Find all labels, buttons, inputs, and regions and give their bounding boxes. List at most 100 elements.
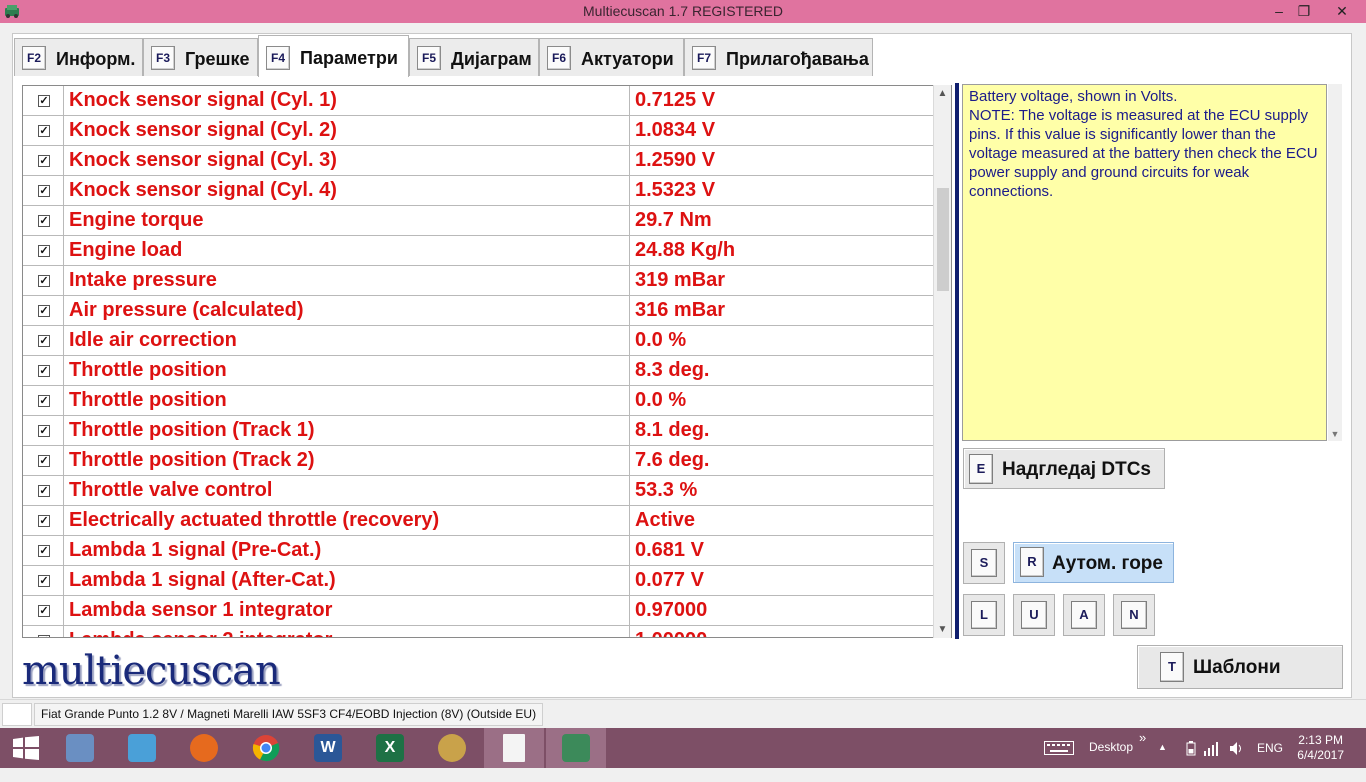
taskbar-control-panel[interactable] bbox=[112, 728, 172, 768]
parameter-checkbox-cell: ✓ bbox=[23, 506, 64, 535]
s-button[interactable]: S bbox=[963, 542, 1005, 584]
taskbar-paint[interactable] bbox=[422, 728, 482, 768]
parameter-name: Engine load bbox=[69, 239, 183, 261]
parameter-checkbox[interactable]: ✓ bbox=[38, 575, 50, 587]
parameter-row[interactable]: ✓ Engine torque 29.7 Nm bbox=[23, 206, 935, 236]
parameter-row[interactable]: ✓ Knock sensor signal (Cyl. 4) 1.5323 V bbox=[23, 176, 935, 206]
parameter-row[interactable]: ✓ Lambda 1 signal (Pre-Cat.) 0.681 V bbox=[23, 536, 935, 566]
parameter-checkbox[interactable]: ✓ bbox=[38, 605, 50, 617]
parameter-row[interactable]: ✓ Knock sensor signal (Cyl. 1) 0.7125 V bbox=[23, 86, 935, 116]
scroll-down-icon[interactable]: ▼ bbox=[934, 621, 951, 638]
taskbar-notepad[interactable] bbox=[484, 728, 544, 768]
tab-faults[interactable]: F3 Грешке bbox=[143, 38, 258, 76]
column-separator bbox=[629, 236, 630, 265]
parameter-checkbox[interactable]: ✓ bbox=[38, 365, 50, 377]
tab-diagram[interactable]: F5 Дијаграм bbox=[409, 38, 539, 76]
panel-splitter[interactable] bbox=[955, 83, 959, 639]
maximize-button[interactable]: ❐ bbox=[1289, 0, 1319, 23]
parameter-checkbox-cell: ✓ bbox=[23, 146, 64, 175]
parameter-row[interactable]: ✓ Throttle position 8.3 deg. bbox=[23, 356, 935, 386]
parameter-value: 1.00000 bbox=[635, 629, 925, 637]
parameter-row[interactable]: ✓ Knock sensor signal (Cyl. 3) 1.2590 V bbox=[23, 146, 935, 176]
taskbar-firefox[interactable] bbox=[174, 728, 234, 768]
description-line: Battery voltage, shown in Volts. bbox=[969, 88, 1178, 105]
parameter-row[interactable]: ✓ Intake pressure 319 mBar bbox=[23, 266, 935, 296]
parameter-checkbox[interactable]: ✓ bbox=[38, 95, 50, 107]
description-scrollbar[interactable]: ▼ bbox=[1328, 84, 1342, 441]
parameter-row[interactable]: ✓ Lambda 1 signal (After-Cat.) 0.077 V bbox=[23, 566, 935, 596]
parameter-checkbox-cell: ✓ bbox=[23, 596, 64, 625]
parameter-checkbox[interactable]: ✓ bbox=[38, 275, 50, 287]
parameter-checkbox[interactable]: ✓ bbox=[38, 245, 50, 257]
parameter-checkbox[interactable]: ✓ bbox=[38, 425, 50, 437]
parameter-row[interactable]: ✓ Knock sensor signal (Cyl. 2) 1.0834 V bbox=[23, 116, 935, 146]
document-icon bbox=[503, 734, 525, 762]
parameter-checkbox[interactable]: ✓ bbox=[38, 215, 50, 227]
parameter-row[interactable]: ✓ Idle air correction 0.0 % bbox=[23, 326, 935, 356]
parameter-checkbox[interactable]: ✓ bbox=[38, 515, 50, 527]
parameter-checkbox[interactable]: ✓ bbox=[38, 485, 50, 497]
parameter-row[interactable]: ✓ Lambda sensor 2 integrator 1.00000 bbox=[23, 626, 935, 637]
parameter-row[interactable]: ✓ Lambda sensor 1 integrator 0.97000 bbox=[23, 596, 935, 626]
tab-parameters[interactable]: F4 Параметри bbox=[258, 35, 409, 77]
tab-adjustments[interactable]: F7 Прилагођавања bbox=[684, 38, 873, 76]
tab-info[interactable]: F2 Информ. bbox=[14, 38, 143, 76]
parameter-name: Air pressure (calculated) bbox=[69, 299, 304, 321]
parameter-row[interactable]: ✓ Throttle position (Track 2) 7.6 deg. bbox=[23, 446, 935, 476]
parameter-name: Throttle position (Track 2) bbox=[69, 449, 315, 471]
clock[interactable]: 2:13 PM 6/4/2017 bbox=[1297, 733, 1344, 763]
input-language-indicator[interactable]: ENG bbox=[1257, 741, 1283, 781]
column-separator bbox=[629, 536, 630, 565]
parameter-row[interactable]: ✓ Electrically actuated throttle (recover… bbox=[23, 506, 935, 536]
scroll-up-icon[interactable]: ▲ bbox=[934, 85, 951, 102]
toolbar-chevron-icon[interactable]: » bbox=[1139, 730, 1146, 770]
u-button[interactable]: U bbox=[1013, 594, 1055, 636]
parameter-checkbox[interactable]: ✓ bbox=[38, 545, 50, 557]
taskbar-word[interactable]: W bbox=[298, 728, 358, 768]
parameter-checkbox[interactable]: ✓ bbox=[38, 455, 50, 467]
parameter-row[interactable]: ✓ Throttle position (Track 1) 8.1 deg. bbox=[23, 416, 935, 446]
parameter-checkbox[interactable]: ✓ bbox=[38, 395, 50, 407]
tab-actuators[interactable]: F6 Актуатори bbox=[539, 38, 684, 76]
parameter-value: 0.0 % bbox=[635, 389, 687, 411]
close-button[interactable]: ✕ bbox=[1322, 0, 1362, 23]
parameter-checkbox[interactable]: ✓ bbox=[38, 155, 50, 167]
keyboard-icon[interactable] bbox=[1044, 728, 1074, 768]
parameter-checkbox[interactable]: ✓ bbox=[38, 185, 50, 197]
show-hidden-icons-icon[interactable]: ▲ bbox=[1158, 742, 1167, 782]
taskbar-multiecuscan[interactable] bbox=[546, 728, 606, 768]
templates-button[interactable]: T Шаблони bbox=[1137, 645, 1343, 689]
volume-icon[interactable] bbox=[1229, 728, 1245, 768]
parameter-checkbox[interactable]: ✓ bbox=[38, 125, 50, 137]
scroll-down-icon[interactable]: ▼ bbox=[1328, 427, 1342, 441]
desktop-toolbar[interactable]: Desktop bbox=[1089, 740, 1133, 780]
parameter-row[interactable]: ✓ Engine load 24.88 Kg/h bbox=[23, 236, 935, 266]
taskbar-chrome[interactable] bbox=[236, 728, 296, 768]
column-separator bbox=[629, 626, 630, 637]
a-button[interactable]: A bbox=[1063, 594, 1105, 636]
parameter-checkbox[interactable]: ✓ bbox=[38, 635, 50, 637]
parameter-list-scrollbar[interactable]: ▲ ▼ bbox=[933, 85, 951, 638]
parameter-row[interactable]: ✓ Throttle valve control 53.3 % bbox=[23, 476, 935, 506]
l-button[interactable]: L bbox=[963, 594, 1005, 636]
tab-label: Актуатори bbox=[581, 49, 674, 69]
parameter-checkbox-cell: ✓ bbox=[23, 476, 64, 505]
parameter-name: Idle air correction bbox=[69, 329, 237, 351]
parameter-row[interactable]: ✓ Air pressure (calculated) 316 mBar bbox=[23, 296, 935, 326]
parameter-list[interactable]: ✓ Knock sensor signal (Cyl. 1) 0.7125 V ✓ Kn… bbox=[22, 85, 952, 638]
parameter-name: Engine torque bbox=[69, 209, 204, 231]
parameter-row[interactable]: ✓ Throttle position 0.0 % bbox=[23, 386, 935, 416]
n-button[interactable]: N bbox=[1113, 594, 1155, 636]
parameter-value: 1.5323 V bbox=[635, 179, 716, 201]
taskbar-file-explorer[interactable] bbox=[50, 728, 110, 768]
parameter-value: 8.1 deg. bbox=[635, 419, 710, 441]
scroll-thumb[interactable] bbox=[937, 188, 949, 291]
auto-up-button[interactable]: R Аутом. горе bbox=[1013, 542, 1174, 583]
network-icon[interactable] bbox=[1203, 728, 1219, 768]
taskbar-excel[interactable]: X bbox=[360, 728, 420, 768]
battery-icon[interactable] bbox=[1184, 728, 1198, 768]
status-bar: Fiat Grande Punto 1.2 8V / Magneti Marel… bbox=[0, 699, 1366, 728]
monitor-dtcs-button[interactable]: E Надгледај DTCs bbox=[963, 448, 1165, 489]
parameter-checkbox[interactable]: ✓ bbox=[38, 335, 50, 347]
parameter-checkbox[interactable]: ✓ bbox=[38, 305, 50, 317]
